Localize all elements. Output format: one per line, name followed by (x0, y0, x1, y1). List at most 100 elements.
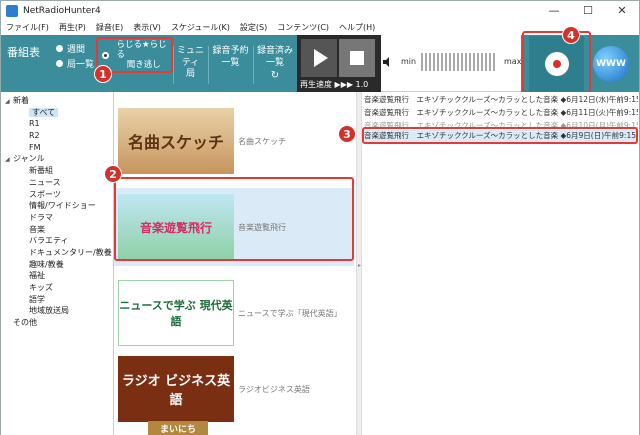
tree-item-label: 音楽 (29, 224, 45, 234)
window-title: NetRadioHunter4 (23, 5, 101, 16)
community-station-button[interactable]: ミュニティ 局 (173, 46, 207, 84)
episode-item[interactable]: 音楽遊覧飛行 エキゾチッククルーズ～カラッとした音楽 ◆6月11日(火)午前9:… (364, 107, 638, 119)
recording-reservations-button[interactable]: 録音予約 一覧 (208, 46, 252, 84)
program-list: 名曲スケッチ 名曲スケッチ 音楽遊覧飛行 音楽遊覧飛行 ニュースで学ぶ 現代英語… (114, 92, 356, 435)
recorded-list-button[interactable]: 録音済み 一覧 ↻ (253, 46, 296, 84)
play-icon (314, 49, 328, 67)
menu-file[interactable]: ファイル(F) (1, 22, 54, 33)
tree-item[interactable]: 語学 (1, 294, 113, 306)
play-button[interactable] (301, 39, 337, 77)
tree-item-label: キッズ (29, 283, 53, 292)
program-item-news-english[interactable]: ニュースで学ぶ 現代英語 ニュースで学ぶ「現代英語」 (114, 274, 354, 352)
program-title: ニュースで学ぶ「現代英語」 (238, 308, 342, 318)
category-tree: ◢ 新着 すべて R1 R2 FM ◢ ジャンル 新番組 ニュース スポーツ 情報/ワイドショー ドラマ… (1, 92, 114, 435)
tree-item-label: R2 (29, 131, 40, 141)
program-title: 名曲スケッチ (238, 136, 286, 146)
step-badge-3: 3 (338, 125, 356, 143)
volume-slider[interactable] (421, 53, 495, 71)
tree-item[interactable]: 情報/ワイドショー (1, 200, 113, 212)
highlight-episode (362, 127, 638, 144)
stop-button[interactable] (339, 39, 375, 77)
minimize-button[interactable]: — (537, 1, 571, 20)
app-icon (6, 4, 18, 17)
volume-min-label: min (401, 57, 417, 66)
highlight-program (114, 177, 354, 261)
tree-item[interactable]: ◢ ジャンル (1, 153, 113, 165)
tree-item[interactable]: R2 (1, 130, 113, 142)
volume-control: min max (381, 35, 521, 92)
radio-station-list[interactable]: 局一覧 (56, 57, 94, 70)
tree-item-label: 新番組 (29, 166, 53, 176)
tree-item[interactable]: 趣味/教養 (1, 259, 113, 271)
tree-item-label: 語学 (29, 294, 45, 304)
program-thumbnail: ニュースで学ぶ 現代英語 (118, 280, 234, 346)
tree-item-label: その他 (13, 318, 37, 328)
tree-item[interactable]: ドラマ (1, 212, 113, 224)
tree-item-label: FM (29, 142, 41, 152)
step-badge-1: 1 (94, 65, 112, 83)
tree-item[interactable]: その他 (1, 317, 113, 329)
step-badge-4: 4 (562, 26, 580, 44)
radio-icon (56, 45, 63, 52)
playback-speed[interactable]: 再生速度 ▶▶▶ 1.0 (300, 79, 368, 90)
program-thumbnail: 名曲スケッチ (118, 108, 234, 174)
tree-item[interactable]: 新番組 (1, 165, 113, 177)
highlight-record (522, 31, 591, 93)
expand-arrow-icon[interactable]: ◢ (5, 96, 13, 108)
tree-item[interactable]: キッズ (1, 282, 113, 294)
program-guide-label: 番組表 (7, 46, 40, 59)
tree-item-label: ニュース (29, 177, 61, 187)
tree-item[interactable]: 福祉 (1, 270, 113, 282)
radio-icon (56, 60, 63, 67)
tree-item[interactable]: ニュース (1, 177, 113, 189)
menu-play[interactable]: 再生(P) (54, 22, 91, 33)
speaker-icon (383, 57, 389, 67)
step-badge-2: 2 (104, 165, 122, 183)
splitter-grip-icon: ▸ (358, 262, 362, 269)
tree-item[interactable]: ドキュメンタリー/教養 (1, 247, 113, 259)
close-button[interactable]: ✕ (605, 1, 639, 20)
menu-view[interactable]: 表示(V) (128, 22, 166, 33)
expand-arrow-icon[interactable]: ◢ (5, 154, 13, 166)
tree-item-label: 情報/ワイドショー (29, 201, 96, 211)
program-item-mainichi[interactable]: まいにち (114, 418, 354, 435)
tree-item[interactable]: すべて (1, 107, 113, 119)
stop-icon (350, 51, 364, 65)
tree-item[interactable]: 音楽 (1, 224, 113, 236)
tree-item-label: 新着 (13, 96, 29, 105)
menu-help[interactable]: ヘルプ(H) (334, 22, 380, 33)
menu-contents[interactable]: コンテンツ(C) (272, 22, 334, 33)
refresh-icon: ↻ (270, 70, 280, 82)
maximize-button[interactable]: ☐ (571, 1, 605, 20)
episode-list: 音楽遊覧飛行 エキゾチッククルーズ～カラッとした音楽 ◆6月12日(水)午前9:… (362, 92, 639, 435)
tree-item[interactable]: スポーツ (1, 189, 113, 201)
tree-item[interactable]: FM (1, 142, 113, 154)
tree-item[interactable]: ◢ 新着 (1, 95, 113, 107)
menu-schedule[interactable]: スケジュール(K) (166, 22, 235, 33)
tree-item[interactable]: バラエティ (1, 235, 113, 247)
menu-settings[interactable]: 設定(S) (235, 22, 272, 33)
program-item-meikyoku[interactable]: 名曲スケッチ 名曲スケッチ (114, 102, 354, 180)
tree-item-label: 地域放送局 (29, 306, 69, 316)
tree-item-label: 福祉 (29, 271, 45, 281)
program-item-business-english[interactable]: ラジオ ビジネス英語 ラジオビジネス英語 (114, 350, 354, 428)
tree-item-label: ドキュメンタリー/教養 (29, 247, 112, 257)
app-window: NetRadioHunter4 — ☐ ✕ ファイル(F) 再生(P) 録音(E… (0, 0, 640, 435)
tree-item[interactable]: R1 (1, 118, 113, 130)
tree-item-label: ジャンル (13, 154, 45, 164)
program-title: ラジオビジネス英語 (238, 384, 310, 394)
title-bar: NetRadioHunter4 — ☐ ✕ (1, 1, 639, 20)
tree-item-label: R1 (29, 119, 40, 129)
program-thumbnail: まいにち (148, 421, 208, 435)
www-button[interactable]: WWW (593, 46, 629, 82)
episode-item[interactable]: 音楽遊覧飛行 エキゾチッククルーズ～カラッとした音楽 ◆6月12日(水)午前9:… (364, 94, 638, 106)
player-controls: 再生速度 ▶▶▶ 1.0 (297, 35, 381, 92)
menu-record[interactable]: 録音(E) (91, 22, 128, 33)
tree-item-label: 趣味/教養 (29, 259, 64, 269)
tree-item[interactable]: 地域放送局 (1, 305, 113, 317)
volume-max-label: max (504, 57, 522, 66)
program-thumbnail: ラジオ ビジネス英語 (118, 356, 234, 422)
radio-weekly[interactable]: 週間 (56, 42, 85, 55)
tree-item-label: スポーツ (29, 189, 61, 199)
tree-item-label: すべて (29, 107, 59, 117)
